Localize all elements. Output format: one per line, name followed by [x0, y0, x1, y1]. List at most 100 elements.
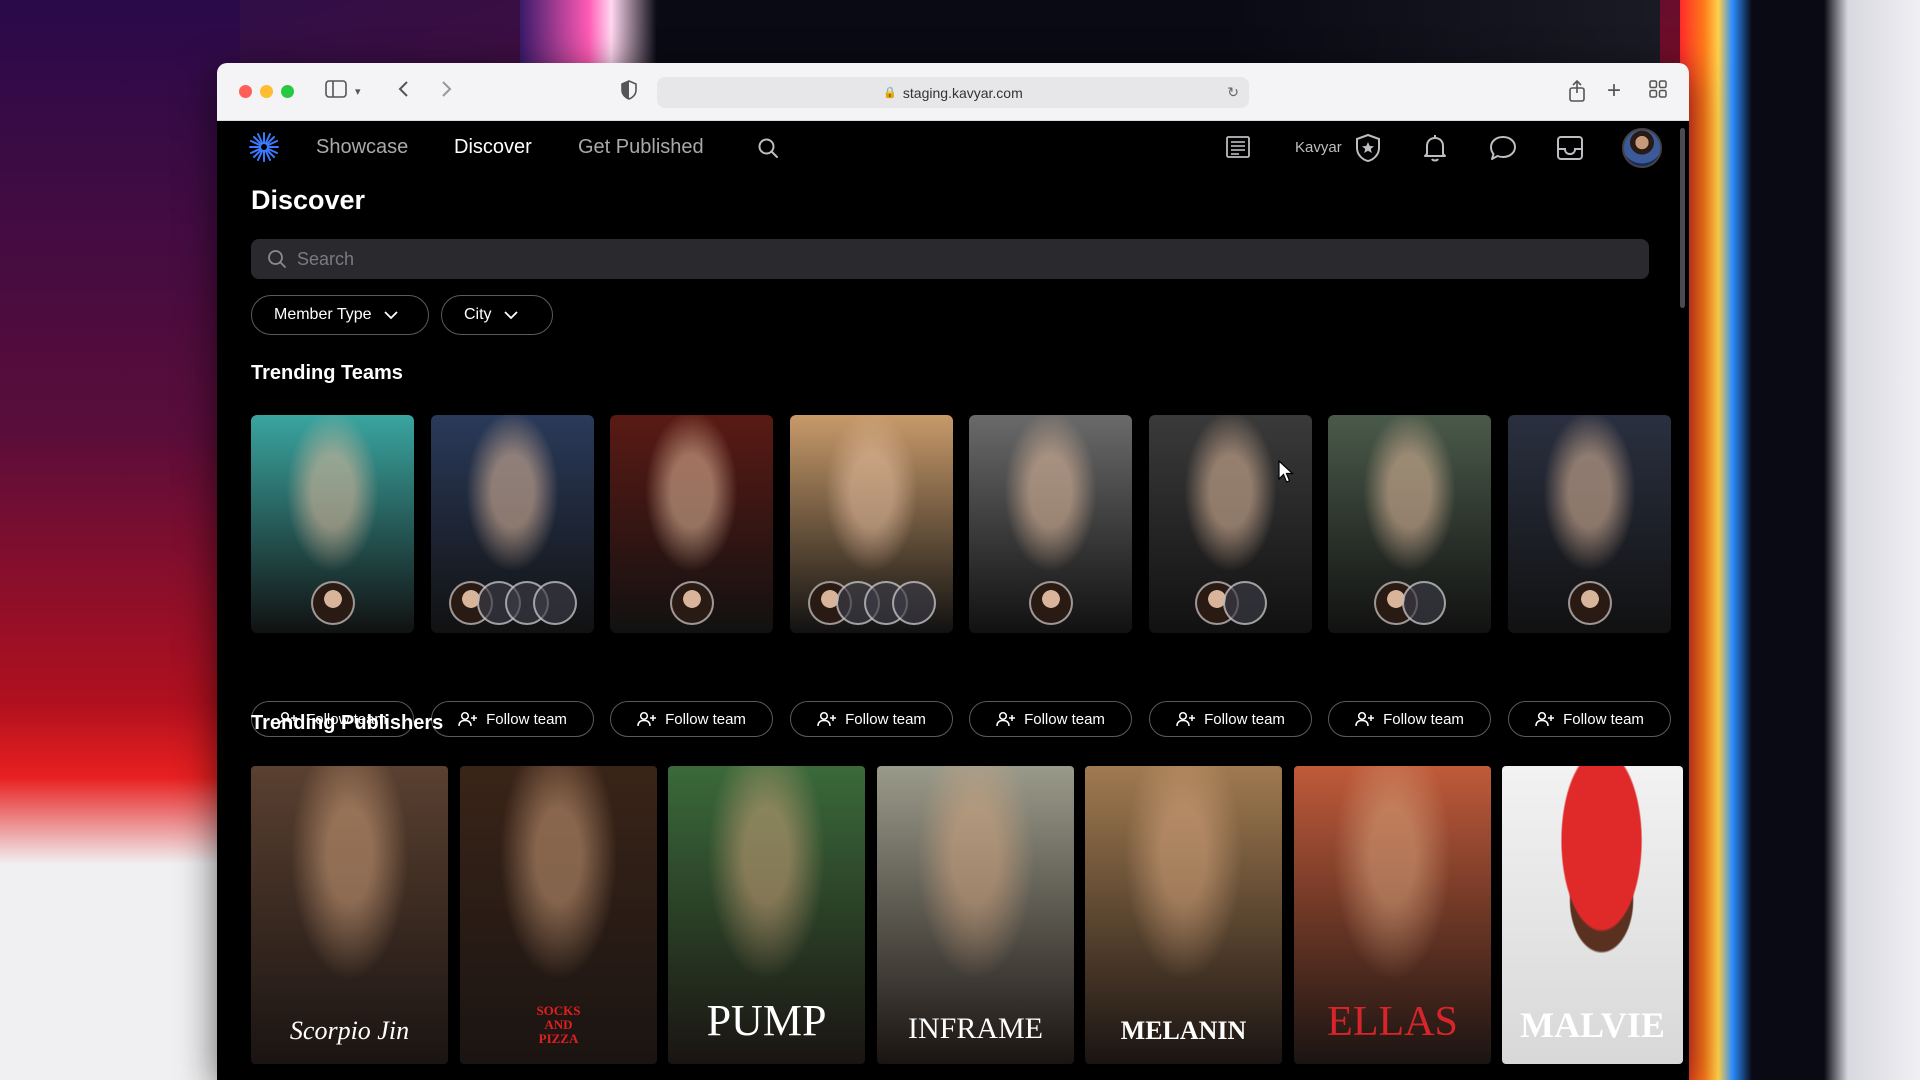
page-scrollbar[interactable]: [1680, 128, 1685, 308]
add-person-icon: [1535, 711, 1555, 727]
filter-label: Member Type: [274, 306, 372, 323]
publisher-name: PUMP: [706, 996, 827, 1045]
nav-get-published[interactable]: Get Published: [578, 136, 704, 159]
publisher-card[interactable]: SOCKS AND PIZZA: [460, 766, 657, 1064]
team-card[interactable]: [1149, 415, 1312, 633]
inbox-icon[interactable]: [1555, 134, 1585, 162]
back-icon[interactable]: [397, 80, 411, 104]
chat-bubble-icon[interactable]: [1488, 134, 1518, 162]
follow-team-button[interactable]: Follow team: [1508, 701, 1671, 737]
add-person-icon: [1176, 711, 1196, 727]
chevron-down-icon: [503, 310, 518, 319]
nav-discover[interactable]: Discover: [454, 136, 532, 159]
team-card[interactable]: [251, 415, 414, 633]
publisher-name: Scorpio Jin: [289, 1016, 410, 1045]
search-input[interactable]: [297, 248, 1597, 270]
reload-icon[interactable]: ↻: [1227, 84, 1239, 101]
follow-team-button[interactable]: Follow team: [431, 701, 594, 737]
account-label[interactable]: Kavyar: [1295, 139, 1342, 156]
publisher-name: ELLAS: [1327, 999, 1458, 1045]
team-card[interactable]: [610, 415, 773, 633]
page-title: Discover: [251, 185, 366, 215]
wallpaper-right-band: [1680, 0, 1920, 1080]
trending-publishers-title: Trending Publishers: [251, 712, 444, 734]
add-person-icon: [817, 711, 837, 727]
window-controls: [239, 85, 294, 98]
add-person-icon: [996, 711, 1016, 727]
member-avatar: [1222, 581, 1267, 625]
follow-team-label: Follow team: [1383, 710, 1464, 728]
share-icon[interactable]: [1569, 79, 1585, 108]
kavyar-logo-icon[interactable]: [247, 130, 281, 164]
browser-titlebar: ▾ 🔒 staging.kavyar.com ↻ +: [217, 63, 1689, 121]
minimize-window-button[interactable]: [260, 85, 273, 98]
new-tab-icon[interactable]: +: [1607, 79, 1621, 103]
team-member-avatars: [1567, 581, 1612, 625]
follow-team-button[interactable]: Follow team: [1149, 701, 1312, 737]
follow-team-button[interactable]: Follow team: [969, 701, 1132, 737]
forward-icon[interactable]: [439, 80, 453, 104]
team-card[interactable]: [790, 415, 953, 633]
team-card[interactable]: [1328, 415, 1491, 633]
publisher-card[interactable]: MALVIE: [1502, 766, 1683, 1064]
search-box[interactable]: [251, 239, 1649, 279]
top-nav: Showcase Discover Get Published Kavyar: [217, 122, 1689, 172]
address-bar[interactable]: 🔒 staging.kavyar.com ↻: [657, 77, 1249, 108]
follow-team-button[interactable]: Follow team: [610, 701, 773, 737]
member-avatar: [669, 581, 714, 625]
close-window-button[interactable]: [239, 85, 252, 98]
publisher-card[interactable]: ELLAS: [1294, 766, 1491, 1064]
publisher-card[interactable]: PUMP: [668, 766, 865, 1064]
follow-team-label: Follow team: [845, 710, 926, 728]
nav-showcase[interactable]: Showcase: [316, 136, 408, 159]
filter-label: City: [464, 306, 492, 323]
follow-team-label: Follow team: [1204, 710, 1285, 728]
follow-team-button[interactable]: Follow team: [790, 701, 953, 737]
follow-team-label: Follow team: [1024, 710, 1105, 728]
publisher-card[interactable]: INFRAME: [877, 766, 1074, 1064]
lock-icon: 🔒: [883, 87, 897, 99]
team-card[interactable]: [1508, 415, 1671, 633]
url-text: staging.kavyar.com: [902, 84, 1023, 101]
publisher-name: INFRAME: [907, 1012, 1043, 1045]
publisher-card[interactable]: MELANIN: [1085, 766, 1282, 1064]
team-member-avatars: [310, 581, 355, 625]
add-person-icon: [1355, 711, 1375, 727]
newspaper-icon[interactable]: [1225, 134, 1251, 160]
shield-star-icon[interactable]: [1354, 133, 1382, 163]
wallpaper-left-band: [0, 0, 240, 1080]
publisher-name: MELANIN: [1120, 1016, 1247, 1045]
add-person-icon: [458, 711, 478, 727]
sidebar-toggle-icon[interactable]: [325, 80, 347, 104]
add-person-icon: [637, 711, 657, 727]
member-avatar: [310, 581, 355, 625]
follow-team-label: Follow team: [665, 710, 746, 728]
kavyar-app: Showcase Discover Get Published Kavyar D…: [217, 122, 1689, 1080]
browser-window: ▾ 🔒 staging.kavyar.com ↻ + Showcase Disc…: [217, 63, 1689, 1080]
follow-team-label: Follow team: [1563, 710, 1644, 728]
member-type-filter[interactable]: Member Type: [251, 295, 429, 335]
chevron-down-icon[interactable]: ▾: [355, 80, 361, 104]
city-filter[interactable]: City: [441, 295, 553, 335]
search-icon[interactable]: [757, 137, 779, 159]
publisher-name: MALVIE: [1520, 1005, 1665, 1045]
team-member-avatars: [669, 581, 714, 625]
search-icon: [268, 250, 286, 268]
member-avatar: [891, 581, 936, 625]
publisher-card[interactable]: Scorpio Jin: [251, 766, 448, 1064]
team-card[interactable]: [969, 415, 1132, 633]
shield-privacy-icon[interactable]: [621, 80, 637, 106]
member-avatar: [1567, 581, 1612, 625]
team-member-avatars: [807, 581, 936, 625]
user-avatar[interactable]: [1622, 128, 1662, 168]
zoom-window-button[interactable]: [281, 85, 294, 98]
follow-team-label: Follow team: [486, 710, 567, 728]
team-member-avatars: [1194, 581, 1267, 625]
tab-overview-icon[interactable]: [1649, 80, 1667, 104]
member-avatar: [1028, 581, 1073, 625]
publisher-name: SOCKS AND PIZZA: [536, 1003, 581, 1046]
bell-icon[interactable]: [1421, 133, 1449, 163]
follow-team-button[interactable]: Follow team: [1328, 701, 1491, 737]
mouse-cursor-icon: [1278, 460, 1294, 483]
team-card[interactable]: [431, 415, 594, 633]
